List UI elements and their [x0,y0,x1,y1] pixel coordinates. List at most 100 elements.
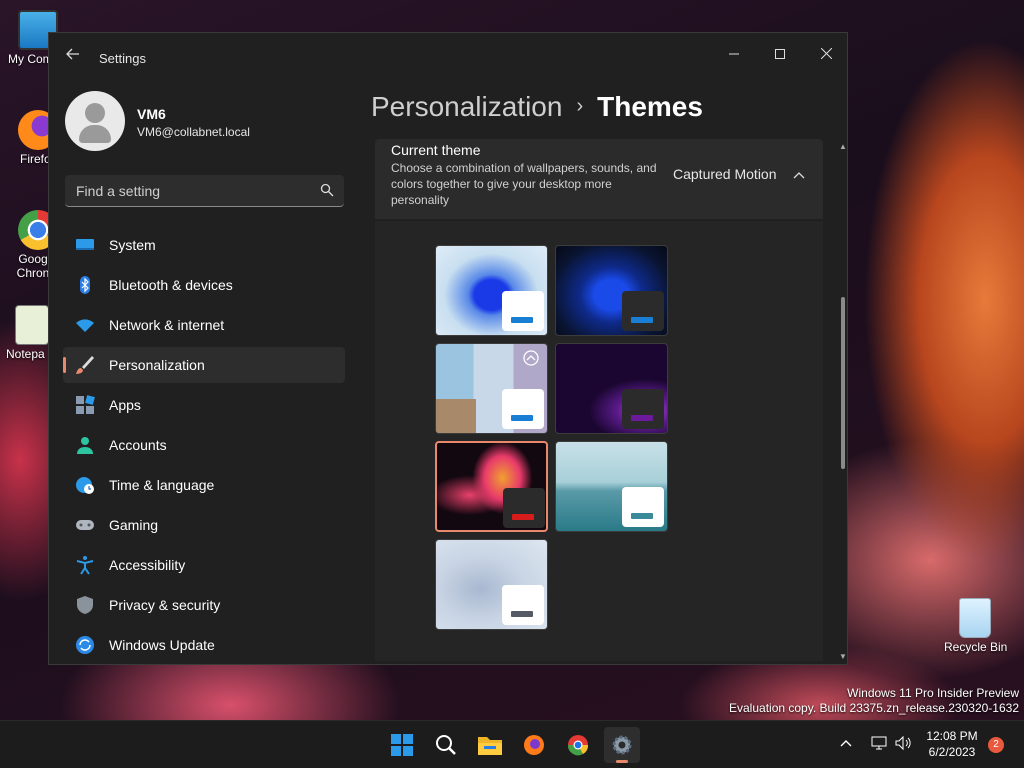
breadcrumb-separator: › [576,95,584,117]
recycle-bin-icon [959,598,991,638]
theme-tile-windows-light[interactable] [435,245,548,336]
desktop-icon-recycle-bin[interactable]: Recycle Bin [944,598,1008,654]
start-button[interactable] [384,727,420,763]
theme-tile-windows-spotlight[interactable] [435,343,548,434]
sidebar-item-system[interactable]: System [63,227,345,263]
bluetooth-icon [80,276,90,294]
theme-preview-window [503,488,545,528]
apps-icon [76,395,95,414]
title-bar[interactable]: Settings [49,33,847,81]
tray-overflow-chevron[interactable] [838,737,854,751]
desktop-icon-label: Goog Chron [16,252,50,280]
theme-tile-captured-motion[interactable] [435,441,548,532]
wifi-icon [76,319,94,332]
current-theme-header[interactable]: Current theme Choose a combination of wa… [375,139,823,219]
chevron-up-icon [840,740,852,747]
sidebar-item-windows-update[interactable]: Windows Update [63,627,345,663]
watermark-line-2: Evaluation copy. Build 23375.zn_release.… [729,701,1019,715]
sidebar-item-network[interactable]: Network & internet [63,307,345,343]
profile-email: VM6@collabnet.local [137,125,250,139]
sidebar-item-label: Apps [109,397,141,413]
breadcrumb: Personalization › Themes [371,91,703,123]
theme-tile-glow[interactable] [555,343,668,434]
clock-time: 12:08 PM [926,729,978,743]
back-arrow-icon[interactable] [63,47,83,67]
sidebar-item-label: Gaming [109,517,159,533]
profile-name: VM6 [137,106,166,122]
sidebar-item-label: Accessibility [109,557,186,573]
paintbrush-icon [76,356,94,374]
scroll-down-arrow[interactable]: ▼ [839,653,847,661]
search-input[interactable] [65,175,305,206]
file-explorer-button[interactable] [472,727,508,763]
update-icon [76,636,94,654]
active-app-indicator [616,760,628,763]
avatar[interactable] [65,91,125,151]
content-scrollbar[interactable]: ▲ ▼ [839,143,847,663]
ethernet-icon [871,736,887,750]
network-tray-icon[interactable] [870,735,888,754]
search-icon[interactable] [320,183,334,197]
sidebar-item-accessibility[interactable]: Accessibility [63,547,345,583]
minimize-button[interactable] [711,39,757,69]
theme-tile-sunrise[interactable] [555,441,668,532]
sidebar-item-apps[interactable]: Apps [63,387,345,423]
chrome-icon [567,735,589,756]
search-box[interactable] [65,175,344,207]
sidebar-item-personalization[interactable]: Personalization [63,347,345,383]
chevron-up-icon[interactable] [793,170,805,180]
desktop-icon-label: Recycle Bin [944,640,1008,654]
theme-preview-window [622,389,664,429]
sidebar-item-label: Windows Update [109,637,215,653]
theme-preview-window [502,389,544,429]
theme-tile-windows-dark[interactable] [555,245,668,336]
gamepad-icon [76,520,94,530]
close-button[interactable] [803,39,847,69]
sidebar-item-label: System [109,237,156,253]
settings-button[interactable] [604,727,640,763]
settings-window: Settings VM6 VM6@collabnet.local System … [48,32,848,665]
current-theme-description: Choose a combination of wallpapers, soun… [391,161,657,207]
spotlight-icon [523,350,539,366]
notepad-icon [15,305,49,345]
window-title: Settings [99,51,146,66]
theme-tile-flow[interactable] [435,539,548,630]
scroll-thumb[interactable] [841,297,845,469]
chrome-button[interactable] [560,727,596,763]
minimize-icon [729,53,739,55]
taskbar-search-button[interactable] [428,727,464,763]
maximize-icon [775,49,785,59]
folder-icon [478,737,502,755]
clock[interactable]: 12:08 PM 6/2/2023 [922,729,982,759]
windows-logo-icon [391,734,413,756]
sidebar-item-label: Accounts [109,437,167,453]
firefox-icon [524,735,544,755]
watermark-line-1: Windows 11 Pro Insider Preview [847,686,1019,700]
notification-badge[interactable]: 2 [988,737,1004,753]
theme-preview-window [622,291,664,331]
sidebar-item-label: Time & language [109,477,215,493]
taskbar: 12:08 PM 6/2/2023 [0,720,1024,768]
page-title: Themes [597,91,703,122]
current-theme-value: Captured Motion [673,166,777,182]
theme-preview-window [502,585,544,625]
main-content: Personalization › Themes Current theme Cho… [371,81,847,664]
sidebar-item-accounts[interactable]: Accounts [63,427,345,463]
sidebar-item-label: Network & internet [109,317,225,333]
accounts-icon [77,437,93,454]
sidebar-item-bluetooth[interactable]: Bluetooth & devices [63,267,345,303]
sidebar-item-gaming[interactable]: Gaming [63,507,345,543]
shield-icon [77,596,93,614]
breadcrumb-parent[interactable]: Personalization [371,91,562,122]
maximize-button[interactable] [757,39,803,69]
sidebar-item-label: Bluetooth & devices [109,277,233,293]
gear-icon [612,735,632,755]
sidebar-item-time-language[interactable]: Time & language [63,467,345,503]
volume-tray-icon[interactable] [894,735,912,754]
sidebar-nav: System Bluetooth & devices Network & int… [63,227,345,664]
clock-date: 6/2/2023 [928,745,976,759]
firefox-button[interactable] [516,727,552,763]
sidebar-item-label: Privacy & security [109,597,221,613]
scroll-up-arrow[interactable]: ▲ [839,143,847,151]
sidebar-item-privacy-security[interactable]: Privacy & security [63,587,345,623]
